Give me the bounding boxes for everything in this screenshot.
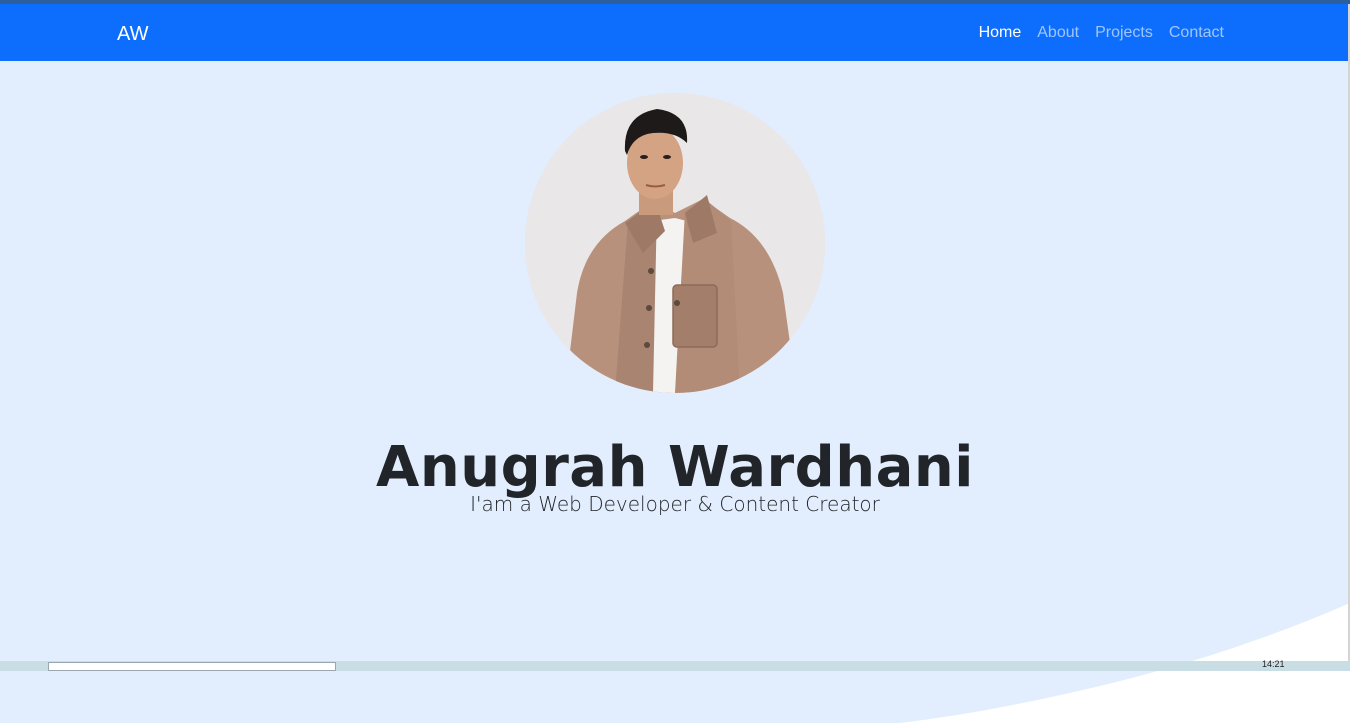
nav-link-projects[interactable]: Projects: [1095, 24, 1153, 42]
navbar: AW Home About Projects Contact: [0, 4, 1350, 61]
profile-photo-illustration: [525, 93, 825, 393]
nav-link-contact[interactable]: Contact: [1169, 24, 1224, 42]
os-taskbar: 14:21: [0, 659, 1350, 671]
nav-links: Home About Projects Contact: [979, 24, 1224, 42]
taskbar-search-box[interactable]: [48, 662, 336, 671]
profile-avatar: [525, 93, 825, 393]
hero-tagline: I'am a Web Developer & Content Creator: [470, 492, 880, 516]
nav-link-home[interactable]: Home: [979, 24, 1022, 42]
hero-section: Anugrah Wardhani I'am a Web Developer & …: [0, 61, 1350, 723]
hero-name: Anugrah Wardhani: [376, 434, 974, 500]
wave-divider: [900, 603, 1350, 723]
brand-logo[interactable]: AW: [117, 23, 148, 46]
taskbar-clock: 14:21: [1262, 659, 1285, 669]
nav-link-about[interactable]: About: [1037, 24, 1079, 42]
